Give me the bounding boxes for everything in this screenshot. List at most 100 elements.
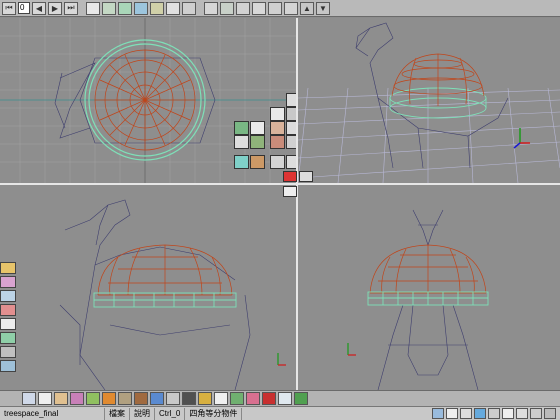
light-icon[interactable] bbox=[0, 318, 16, 330]
maximize-view-icon[interactable] bbox=[299, 171, 313, 182]
select-icon[interactable] bbox=[102, 1, 116, 15]
shelf-cloud-icon[interactable] bbox=[278, 392, 292, 405]
dome-front bbox=[369, 244, 487, 294]
viewport-splitter-horizontal[interactable] bbox=[0, 183, 560, 185]
status-shade-icon[interactable] bbox=[474, 408, 486, 419]
tool-cross-icon[interactable] bbox=[286, 121, 296, 135]
play-icon[interactable]: ▶ bbox=[48, 1, 62, 15]
tool-hint: 四角等分物件 bbox=[185, 407, 243, 420]
viewport-perspective[interactable] bbox=[298, 18, 560, 183]
shelf-sphere-icon[interactable] bbox=[22, 392, 36, 405]
texture-icon[interactable] bbox=[0, 290, 16, 302]
tool-sphere-icon[interactable] bbox=[286, 107, 296, 121]
status-settings-icon[interactable] bbox=[544, 408, 556, 419]
front-view-canvas bbox=[347, 209, 489, 390]
status-wire-icon[interactable] bbox=[460, 408, 472, 419]
frame-field[interactable]: 0 bbox=[18, 2, 30, 14]
tool-torus-icon[interactable] bbox=[250, 135, 265, 149]
viewport-side[interactable] bbox=[0, 185, 296, 390]
tool-arrow-icon[interactable] bbox=[286, 93, 296, 107]
shelf-gold-icon[interactable] bbox=[198, 392, 212, 405]
view-layout-icon[interactable] bbox=[283, 171, 297, 182]
tool-cube-white-icon[interactable] bbox=[250, 121, 265, 135]
tool-cube-icon[interactable] bbox=[270, 107, 285, 121]
lock-icon[interactable] bbox=[252, 1, 266, 15]
shelf-metal-icon[interactable] bbox=[166, 392, 180, 405]
tool-box-icon[interactable] bbox=[234, 155, 249, 169]
mode-indicator: Ctrl_0 bbox=[155, 407, 186, 420]
status-light-icon[interactable] bbox=[502, 408, 514, 419]
status-grid-icon[interactable] bbox=[432, 408, 444, 419]
object-icon[interactable] bbox=[0, 332, 16, 344]
paint-icon[interactable] bbox=[0, 276, 16, 288]
up-arrow-icon[interactable]: ▲ bbox=[300, 1, 314, 15]
sculpt-icon[interactable] bbox=[220, 1, 234, 15]
tool-cube-green-icon[interactable] bbox=[234, 121, 249, 135]
tool-shade-icon[interactable] bbox=[270, 135, 285, 149]
dome-top bbox=[94, 49, 196, 151]
top-toolbar: ⏮ 0 ◀ ▶ ⏭ ▲ ▼ bbox=[0, 0, 560, 17]
shelf-tree-icon[interactable] bbox=[230, 392, 244, 405]
camera-view-icon[interactable] bbox=[283, 186, 297, 197]
shelf-ball-icon[interactable] bbox=[38, 392, 52, 405]
menu-file[interactable]: 檔案 bbox=[105, 407, 130, 420]
shelf-shell-icon[interactable] bbox=[54, 392, 68, 405]
camera-icon[interactable] bbox=[268, 1, 282, 15]
shelf-flower-icon[interactable] bbox=[246, 392, 260, 405]
shelf-rock-icon[interactable] bbox=[118, 392, 132, 405]
tool-extrude-icon[interactable] bbox=[234, 135, 249, 149]
material-icon[interactable] bbox=[0, 262, 16, 274]
side-view-canvas bbox=[59, 199, 286, 390]
color-icon[interactable] bbox=[0, 304, 16, 316]
perspective-canvas bbox=[298, 22, 560, 183]
move-icon[interactable] bbox=[118, 1, 132, 15]
viewport-top[interactable] bbox=[0, 18, 296, 183]
tool-palette bbox=[232, 93, 296, 173]
shelf-gem-icon[interactable] bbox=[70, 392, 84, 405]
status-layer-icon[interactable] bbox=[488, 408, 500, 419]
status-undo-icon[interactable] bbox=[516, 408, 528, 419]
shelf-dark-icon[interactable] bbox=[182, 392, 196, 405]
shelf-blue-icon[interactable] bbox=[150, 392, 164, 405]
status-render-icon[interactable] bbox=[530, 408, 542, 419]
rotate-icon[interactable] bbox=[134, 1, 148, 15]
status-bar: treespace_final 檔案 說明 Ctrl_0 四角等分物件 bbox=[0, 406, 560, 420]
file-name: treespace_final bbox=[0, 407, 105, 420]
axis-gizmo bbox=[513, 128, 530, 149]
step-back-icon[interactable]: ◀ bbox=[32, 1, 46, 15]
shelf-red-icon[interactable] bbox=[262, 392, 276, 405]
status-icons bbox=[432, 408, 560, 419]
axis-gizmo-side bbox=[277, 353, 286, 366]
tool-bend-icon[interactable] bbox=[286, 155, 296, 169]
tool-join-icon[interactable] bbox=[286, 135, 296, 149]
go-start-icon[interactable]: ⏮ bbox=[2, 1, 16, 15]
scale-icon[interactable] bbox=[150, 1, 164, 15]
shelf-leaf-icon[interactable] bbox=[86, 392, 100, 405]
status-snap-icon[interactable] bbox=[446, 408, 458, 419]
grid-icon[interactable] bbox=[182, 1, 196, 15]
tool-mirror-icon[interactable] bbox=[270, 121, 285, 135]
modify-icon[interactable] bbox=[236, 1, 250, 15]
render-preview-icon[interactable] bbox=[0, 360, 16, 372]
viewport-front[interactable] bbox=[298, 185, 560, 390]
deform-icon[interactable] bbox=[0, 346, 16, 358]
shelf-orange-icon[interactable] bbox=[102, 392, 116, 405]
go-end-icon[interactable]: ⏭ bbox=[64, 1, 78, 15]
dome-perspective bbox=[391, 53, 485, 106]
shelf-green-icon[interactable] bbox=[294, 392, 308, 405]
down-arrow-icon[interactable]: ▼ bbox=[316, 1, 330, 15]
dome-side bbox=[97, 244, 233, 296]
shelf-light-icon[interactable] bbox=[214, 392, 228, 405]
render-icon[interactable] bbox=[166, 1, 180, 15]
ring-front bbox=[367, 291, 489, 306]
bottom-shelf bbox=[0, 390, 560, 406]
layers-icon[interactable] bbox=[86, 1, 100, 15]
tool-cone-icon[interactable] bbox=[250, 155, 265, 169]
tool-lathe-icon[interactable] bbox=[270, 155, 285, 169]
save-icon[interactable] bbox=[284, 1, 298, 15]
shelf-wood-icon[interactable] bbox=[134, 392, 148, 405]
menu-help[interactable]: 說明 bbox=[130, 407, 155, 420]
snap-icon[interactable] bbox=[204, 1, 218, 15]
viewport-splitter-vertical[interactable] bbox=[296, 18, 298, 390]
axis-gizmo-front bbox=[347, 343, 356, 356]
